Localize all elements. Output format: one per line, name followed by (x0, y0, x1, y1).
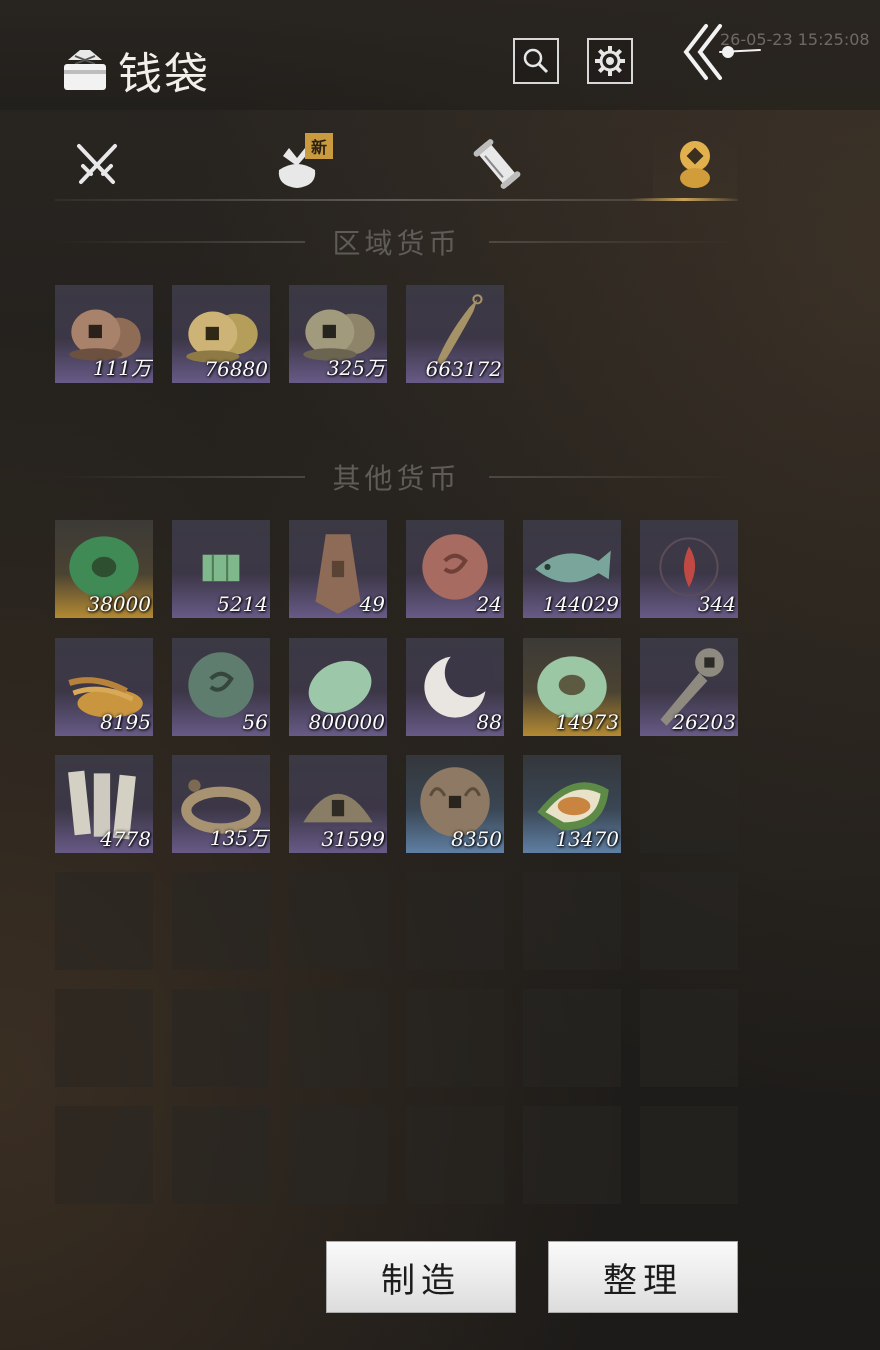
currency-slot[interactable]: 4778 (55, 755, 153, 853)
currency-slot[interactable]: 31599 (289, 755, 387, 853)
empty-slot[interactable] (172, 872, 270, 970)
empty-slot[interactable] (406, 989, 504, 1087)
currency-slot[interactable]: 26203 (640, 638, 738, 736)
gear-icon (595, 46, 625, 76)
empty-slot[interactable] (640, 755, 738, 853)
search-icon (523, 48, 549, 74)
currency-slot[interactable]: 8350 (406, 755, 504, 853)
section-header-other: 其他货币 (55, 457, 739, 497)
page-title: 钱袋 (118, 49, 210, 100)
currency-slot[interactable]: 5214 (172, 520, 270, 618)
empty-slot[interactable] (55, 989, 153, 1087)
currency-slot[interactable]: 49 (289, 520, 387, 618)
empty-slot[interactable] (172, 1106, 270, 1204)
currency-slot[interactable]: 24 (406, 520, 504, 618)
item-count: 800000 (308, 710, 385, 734)
empty-slot[interactable] (289, 872, 387, 970)
tab-scrolls[interactable] (455, 130, 539, 198)
currency-slot[interactable]: 88 (406, 638, 504, 736)
category-tabs (55, 130, 738, 200)
empty-slot[interactable] (289, 989, 387, 1087)
currency-slot[interactable]: 76880 (172, 285, 270, 383)
back-button[interactable] (680, 20, 770, 86)
currency-slot[interactable]: 144029 (523, 520, 621, 618)
active-tab-indicator (630, 198, 738, 201)
empty-slot[interactable] (523, 1106, 621, 1204)
empty-slot[interactable] (523, 989, 621, 1087)
currency-slot[interactable]: 38000 (55, 520, 153, 618)
empty-slot[interactable] (172, 989, 270, 1087)
currency-slot[interactable]: 111万 (55, 285, 153, 383)
empty-slot[interactable] (406, 1106, 504, 1204)
search-button[interactable] (513, 38, 559, 84)
item-count: 663172 (425, 357, 502, 381)
empty-slot[interactable] (640, 1106, 738, 1204)
item-count: 344 (697, 592, 736, 616)
item-count: 76880 (204, 357, 268, 381)
item-count: 4778 (100, 827, 151, 851)
item-count: 325万 (326, 356, 385, 380)
empty-slot[interactable] (406, 872, 504, 970)
item-count: 26203 (672, 710, 736, 734)
section-title: 其他货币 (332, 462, 461, 495)
item-count: 56 (242, 710, 268, 734)
currency-coin-icon (680, 141, 710, 188)
currency-slot[interactable]: 344 (640, 520, 738, 618)
settings-button[interactable] (587, 38, 633, 84)
empty-slot[interactable] (640, 872, 738, 970)
money-bag-icon (64, 50, 106, 90)
new-badge: 新 (305, 133, 333, 159)
currency-slot[interactable]: 663172 (406, 285, 504, 383)
item-count: 24 (476, 592, 502, 616)
item-count: 49 (359, 592, 385, 616)
empty-slot[interactable] (55, 1106, 153, 1204)
currency-slot[interactable]: 325万 (289, 285, 387, 383)
currency-slot[interactable]: 800000 (289, 638, 387, 736)
empty-slot[interactable] (289, 1106, 387, 1204)
empty-slot[interactable] (640, 989, 738, 1087)
item-count: 135万 (209, 826, 268, 850)
item-count: 13470 (555, 827, 619, 851)
empty-slot[interactable] (523, 872, 621, 970)
item-count: 38000 (87, 592, 151, 616)
empty-slot[interactable] (55, 872, 153, 970)
currency-slot[interactable]: 56 (172, 638, 270, 736)
tab-weapons[interactable] (55, 130, 139, 198)
item-count: 88 (476, 710, 502, 734)
scroll-icon (473, 139, 521, 189)
item-count: 5214 (217, 592, 268, 616)
item-count: 8350 (451, 827, 502, 851)
craft-button[interactable]: 制造 (326, 1241, 516, 1313)
item-count: 111万 (92, 356, 151, 380)
section-header-regional: 区域货币 (55, 222, 739, 262)
item-count: 144029 (542, 592, 619, 616)
currency-slot[interactable]: 135万 (172, 755, 270, 853)
crossed-swords-icon (77, 144, 117, 184)
currency-slot[interactable]: 13470 (523, 755, 621, 853)
item-count: 14973 (555, 710, 619, 734)
sort-button[interactable]: 整理 (548, 1241, 738, 1313)
tab-currency[interactable] (653, 130, 737, 198)
currency-slot[interactable]: 14973 (523, 638, 621, 736)
header: 钱袋 (60, 38, 210, 102)
back-arrow-icon (683, 24, 761, 80)
currency-slot[interactable]: 8195 (55, 638, 153, 736)
section-title: 区域货币 (332, 227, 461, 260)
item-count: 31599 (321, 827, 385, 851)
item-count: 8195 (100, 710, 151, 734)
